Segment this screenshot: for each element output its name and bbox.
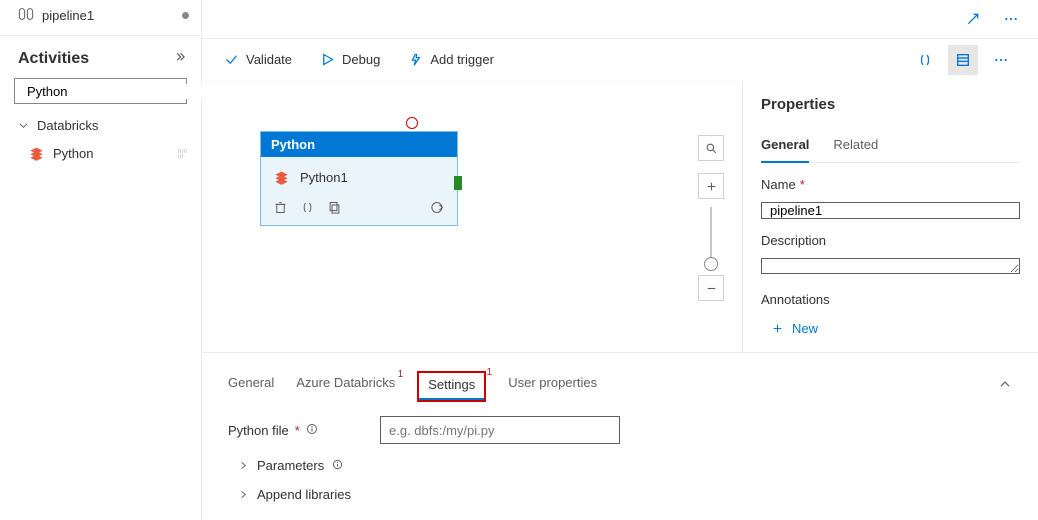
description-input[interactable] [761, 258, 1020, 274]
search-canvas-button[interactable] [698, 135, 724, 161]
chevron-down-icon [18, 120, 29, 131]
canvas-node[interactable]: Python Python1 [260, 131, 458, 226]
zoom-slider-knob[interactable] [704, 257, 718, 271]
config-tab-azure[interactable]: Azure Databricks 1 [296, 375, 395, 398]
pipeline-icon [18, 6, 34, 25]
config-tab-settings[interactable]: Settings 1 [417, 371, 486, 402]
unsaved-indicator-icon [182, 12, 189, 19]
canvas-node-name: Python1 [300, 170, 348, 185]
databricks-icon [28, 145, 45, 162]
zoom-out-button[interactable] [698, 275, 724, 301]
activity-item-label: Python [53, 146, 93, 161]
python-file-label: Python file [228, 423, 289, 438]
validate-label: Validate [246, 52, 292, 67]
add-trigger-button[interactable]: Add trigger [408, 52, 494, 67]
databricks-icon [273, 169, 290, 186]
activities-search[interactable] [14, 78, 187, 104]
activities-search-input[interactable] [21, 84, 203, 99]
prop-tab-related[interactable]: Related [833, 133, 878, 162]
zoom-in-button[interactable] [698, 173, 724, 199]
validate-button[interactable]: Validate [224, 52, 292, 67]
name-label: Name [761, 177, 796, 192]
add-trigger-label: Add trigger [430, 52, 494, 67]
collapse-activities-icon[interactable] [173, 51, 187, 68]
error-badge: 1 [398, 369, 404, 380]
config-tab-general[interactable]: General [228, 375, 274, 398]
append-libraries-section[interactable]: Append libraries [228, 487, 1012, 502]
info-icon[interactable] [332, 458, 343, 473]
error-badge: 1 [487, 367, 493, 378]
activity-item[interactable]: Python [0, 139, 201, 168]
highlight-circle-icon [406, 117, 418, 129]
activities-category-label: Databricks [37, 118, 98, 133]
chevron-right-icon [238, 460, 249, 471]
append-libraries-label: Append libraries [257, 487, 351, 502]
drag-handle-icon[interactable] [178, 149, 187, 158]
collapse-panel-icon[interactable] [998, 378, 1012, 395]
pipeline-tab-title: pipeline1 [42, 8, 174, 23]
pipeline-tab[interactable]: pipeline1 [0, 0, 201, 36]
copy-icon[interactable] [327, 200, 342, 215]
debug-label: Debug [342, 52, 380, 67]
debug-button[interactable]: Debug [320, 52, 380, 67]
config-tab-user[interactable]: User properties [508, 375, 597, 398]
more-icon[interactable] [996, 4, 1026, 34]
chevron-right-icon [238, 489, 249, 500]
new-annotation-button[interactable]: New [761, 321, 1020, 336]
python-file-input[interactable] [380, 416, 620, 444]
required-marker: * [295, 423, 300, 438]
name-input[interactable] [761, 202, 1020, 219]
properties-toggle-icon[interactable] [948, 45, 978, 75]
output-port-icon[interactable] [454, 176, 462, 190]
activities-heading: Activities [18, 50, 173, 68]
zoom-slider[interactable] [710, 207, 712, 267]
delete-icon[interactable] [273, 200, 288, 215]
parameters-label: Parameters [257, 458, 324, 473]
code-view-icon[interactable] [910, 45, 940, 75]
pipeline-canvas[interactable]: Python Python1 [202, 80, 742, 352]
properties-heading: Properties [761, 96, 1020, 113]
parameters-section[interactable]: Parameters [228, 458, 1012, 473]
execute-icon[interactable] [430, 200, 445, 215]
properties-panel: Properties General Related Name * Descrip… [742, 80, 1038, 352]
expand-icon[interactable] [958, 4, 988, 34]
activities-category[interactable]: Databricks [0, 112, 201, 139]
canvas-node-type: Python [261, 132, 457, 157]
annotations-label: Annotations [761, 292, 830, 307]
description-label: Description [761, 233, 826, 248]
required-marker: * [800, 177, 805, 192]
config-panel: General Azure Databricks 1 Settings 1 Us… [202, 352, 1038, 520]
code-icon[interactable] [300, 200, 315, 215]
prop-tab-general[interactable]: General [761, 133, 809, 162]
new-annotation-label: New [792, 321, 818, 336]
more-actions-icon[interactable] [986, 45, 1016, 75]
info-icon[interactable] [306, 423, 318, 438]
